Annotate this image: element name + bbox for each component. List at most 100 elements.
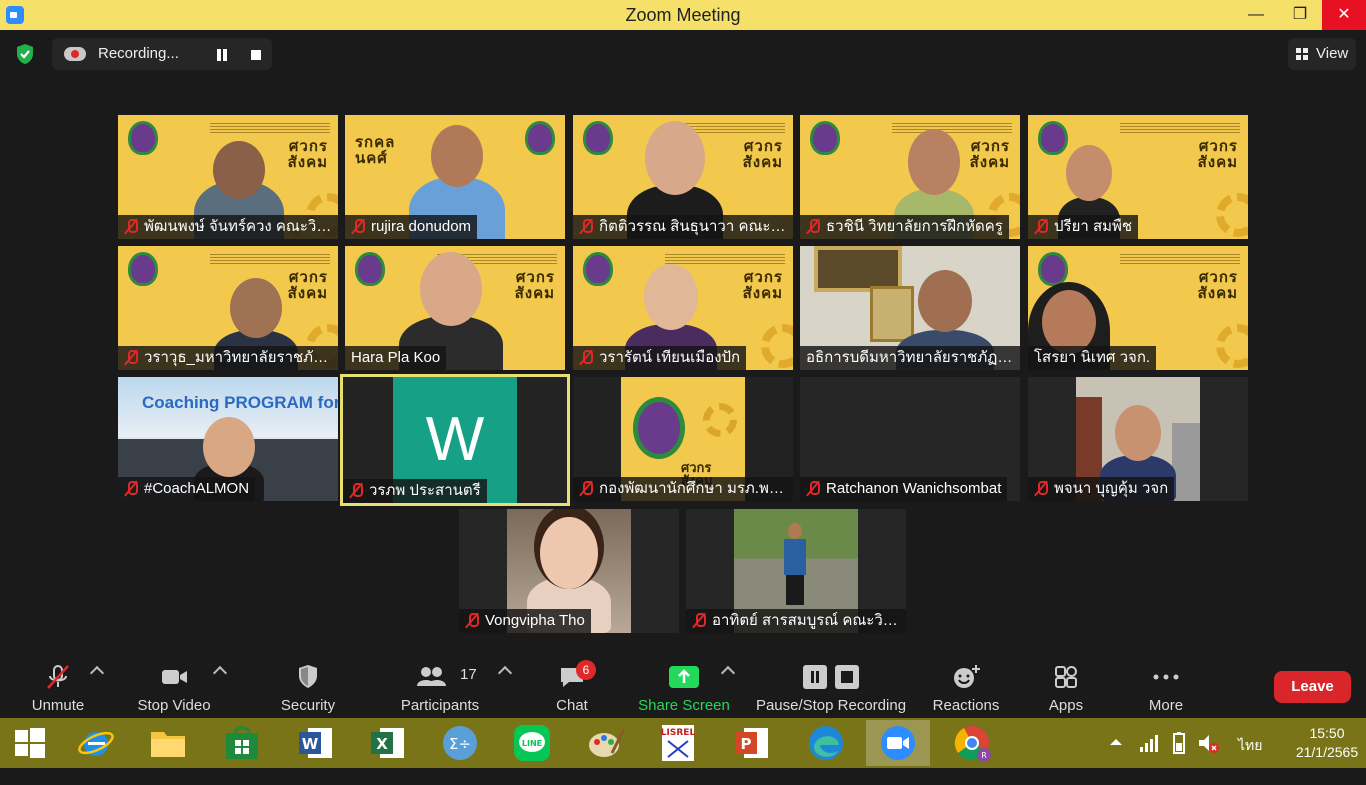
stop-video-button[interactable]: Stop Video (134, 660, 214, 718)
reactions-button[interactable]: Reactions (930, 660, 1002, 718)
participant-tile[interactable]: พจนา บุญคุ้ม วจก (1028, 377, 1248, 501)
chat-unread-badge: 6 (576, 660, 596, 680)
svg-text:LINE: LINE (522, 739, 542, 748)
share-options-caret[interactable] (720, 660, 736, 718)
participant-tile[interactable]: ศวกร สังคม ปรียา สมพืช (1028, 115, 1248, 239)
participant-tile[interactable]: ศวกร สังคม วรารัตน์ เทียนเมืองปัก (573, 246, 793, 370)
participant-tile[interactable]: ศวกร สังคม Hara Pla Koo (345, 246, 565, 370)
input-language-indicator[interactable]: ไทย (1238, 735, 1262, 785)
pause-stop-recording-button[interactable]: Pause/Stop Recording (752, 660, 910, 718)
battery-icon[interactable] (1168, 731, 1190, 755)
edge-icon[interactable] (806, 723, 846, 763)
participants-button[interactable]: 17 Participants (396, 660, 484, 718)
clock-time: 15:50 (1309, 725, 1345, 741)
coaching-banner-title: Coaching PROGRAM for Lecturer (142, 393, 338, 412)
mic-muted-icon (351, 218, 365, 234)
university-logo-icon (525, 121, 555, 155)
participant-name: #CoachALMON (118, 477, 256, 501)
participant-name: Hara Pla Koo (345, 346, 447, 370)
participant-tile[interactable]: Coaching PROGRAM for Lecturer #CoachALMO… (118, 377, 338, 501)
powerpoint-icon[interactable]: P (732, 723, 772, 763)
participants-options-caret[interactable] (497, 660, 513, 718)
mic-muted-icon (1034, 218, 1048, 234)
view-button[interactable]: View (1288, 38, 1356, 70)
close-button[interactable]: ✕ (1322, 0, 1366, 30)
word-icon[interactable]: W (296, 723, 336, 763)
svg-text:LISREL: LISREL (661, 728, 696, 738)
participants-icon (417, 667, 447, 686)
participant-tile[interactable]: ศวกรสังคม กองพัฒนานักศึกษา มรภ.พระ... (573, 377, 793, 501)
mic-muted-icon (349, 482, 363, 498)
apps-button[interactable]: Apps (1036, 660, 1096, 718)
zoom-taskbar-button[interactable] (866, 720, 930, 766)
mic-muted-icon (124, 218, 138, 234)
audio-options-caret[interactable] (89, 660, 105, 718)
internet-explorer-icon[interactable] (76, 723, 116, 763)
windows-start-icon[interactable] (10, 723, 50, 763)
university-logo-icon (583, 252, 613, 286)
participant-tile-active-speaker[interactable]: W วรภพ ประสานตรี (340, 374, 570, 506)
leave-button[interactable]: Leave (1274, 671, 1351, 703)
banner-text (210, 123, 330, 133)
share-screen-button[interactable]: Share Screen (636, 660, 732, 718)
participant-tile[interactable]: ศวกรสังคม กิตติวรรณ สินธุนาวา คณะวิทยา..… (573, 115, 793, 239)
shield-icon (299, 665, 317, 688)
framed-photo (870, 286, 914, 342)
pause-recording-button[interactable] (210, 44, 234, 66)
clock-date: 21/1/2565 (1295, 744, 1359, 760)
university-logo-icon (633, 397, 685, 459)
svg-text:P: P (741, 735, 752, 753)
participant-tile[interactable]: อธิการบดีมหาวิทยาลัยราชภัฏพระ... (800, 246, 1020, 370)
network-signal-icon[interactable] (1138, 732, 1160, 754)
mic-muted-icon (806, 480, 820, 496)
more-button[interactable]: More (1136, 660, 1196, 718)
banner-brand: ศวกรสังคม (1197, 269, 1238, 302)
excel-icon[interactable]: X (368, 723, 408, 763)
participant-tile[interactable]: รกคล นคศ์ rujira donudom (345, 115, 565, 239)
math-input-icon[interactable]: Σ÷ (440, 723, 480, 763)
chevron-up-icon (720, 665, 736, 681)
participant-name: พัฒนพงษ์ จันทร์ควง คณะวิทยา... (118, 215, 338, 239)
participant-tile[interactable]: อาทิตย์ สารสมบูรณ์ คณะวิทยา... (686, 509, 906, 633)
shield-icon[interactable] (15, 43, 35, 65)
show-hidden-icons-chevron-up-icon[interactable] (1106, 732, 1126, 752)
participant-tile[interactable]: ศวกร สังคม โสรยา นิเทศ วจก. (1028, 246, 1248, 370)
chrome-icon[interactable]: R (952, 723, 992, 763)
paint-icon[interactable] (586, 723, 626, 763)
reactions-label: Reactions (932, 697, 1000, 714)
mic-muted-icon (692, 612, 706, 628)
banner-brand: ศวกรสังคม (1197, 138, 1238, 171)
line-app-icon[interactable]: LINE (512, 723, 552, 763)
recording-label: Recording... (98, 45, 179, 62)
chevron-up-icon (89, 665, 105, 681)
more-dots-icon (1153, 674, 1179, 680)
participant-tile[interactable]: Ratchanon Wanichsombat (800, 377, 1020, 501)
clock[interactable]: 15:50 21/1/2565 (1294, 718, 1360, 768)
runner-legs (786, 575, 804, 605)
mic-muted-icon (579, 218, 593, 234)
maximize-button[interactable]: ❐ (1278, 0, 1322, 30)
microsoft-store-icon[interactable] (222, 723, 262, 763)
security-button[interactable]: Security (272, 660, 344, 718)
banner-brand: ศวกรสังคม (514, 269, 555, 302)
minimize-button[interactable]: — (1234, 0, 1278, 30)
recording-indicator: Recording... (52, 38, 272, 70)
smiley-icon (954, 665, 980, 688)
chat-button[interactable]: 6 Chat (542, 660, 602, 718)
participant-tile[interactable]: Vongvipha Tho (459, 509, 679, 633)
participant-tile[interactable]: ศวกร สังคม วราวุธ_มหาวิทยาลัยราชภัฏพร... (118, 246, 338, 370)
video-options-caret[interactable] (212, 660, 228, 718)
participant-name: โสรยา นิเทศ วจก. (1028, 346, 1157, 370)
mic-muted-icon (124, 349, 138, 365)
stop-recording-button[interactable] (244, 44, 268, 66)
video-camera-icon (162, 670, 187, 684)
unmute-button[interactable]: Unmute (22, 660, 94, 718)
mic-muted-icon (465, 612, 479, 628)
file-explorer-icon[interactable] (148, 723, 188, 763)
cabinet (1172, 423, 1200, 501)
banner-brand: ศวกรสังคม (742, 138, 783, 171)
participant-tile[interactable]: ศวกร สังคม พัฒนพงษ์ จันทร์ควง คณะวิทยา... (118, 115, 338, 239)
speaker-muted-icon[interactable] (1196, 731, 1220, 755)
participant-tile[interactable]: ศวกร สังคม ธวชินี วิทยาลัยการฝึกหัดครู (800, 115, 1020, 239)
lisrel-icon[interactable]: LISREL (658, 723, 698, 763)
